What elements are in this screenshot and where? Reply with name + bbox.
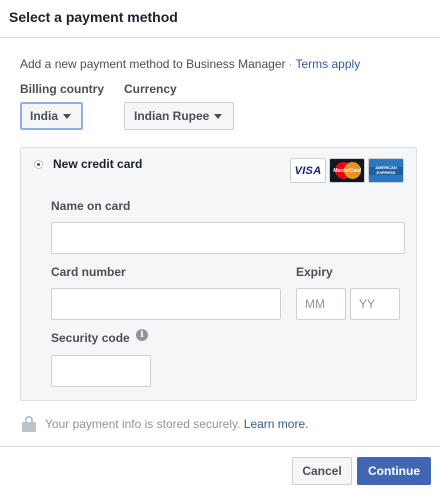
expiry-year-input[interactable]: YY xyxy=(350,288,400,320)
cancel-button[interactable]: Cancel xyxy=(292,457,352,485)
secure-note: Your payment info is stored securely. Le… xyxy=(22,416,308,432)
terms-link[interactable]: Terms apply xyxy=(296,57,361,71)
intro-text: Add a new payment method to Business Man… xyxy=(20,57,286,71)
learn-more-link[interactable]: Learn more. xyxy=(244,417,309,431)
expiry-label: Expiry xyxy=(296,265,333,279)
currency-label: Currency xyxy=(124,82,177,96)
secure-note-text-wrapper: Your payment info is stored securely. Le… xyxy=(45,417,308,431)
currency-value: Indian Rupee xyxy=(134,109,210,123)
chevron-down-icon xyxy=(63,114,72,119)
card-number-label: Card number xyxy=(51,265,126,279)
billing-country-select[interactable]: India xyxy=(20,102,83,130)
dialog-title: Select a payment method xyxy=(9,9,178,25)
card-number-input[interactable] xyxy=(51,288,281,320)
amex-logo: AMERICAN EXPRESS xyxy=(368,158,404,183)
security-code-label: Security code xyxy=(51,331,130,345)
name-on-card-input[interactable] xyxy=(51,222,405,254)
mastercard-logo: MasterCard xyxy=(329,158,365,183)
credit-card-option-label: New credit card xyxy=(53,157,143,171)
currency-select[interactable]: Indian Rupee xyxy=(124,102,234,130)
info-icon[interactable]: i xyxy=(136,329,148,341)
expiry-month-input[interactable]: MM xyxy=(296,288,346,320)
card-logos: VISA MasterCard AMERICAN EXPRESS xyxy=(290,158,404,183)
continue-button[interactable]: Continue xyxy=(357,457,431,485)
intro-line: Add a new payment method to Business Man… xyxy=(20,57,360,71)
radio-selected-dot xyxy=(37,163,40,166)
security-code-input[interactable] xyxy=(51,355,151,387)
credit-card-panel: New credit card VISA MasterCard AMERICAN… xyxy=(20,147,417,401)
billing-country-label: Billing country xyxy=(20,82,104,96)
visa-logo: VISA xyxy=(290,158,326,183)
billing-country-value: India xyxy=(30,109,59,123)
intro-separator: · xyxy=(288,57,293,71)
name-on-card-label: Name on card xyxy=(51,199,131,213)
lock-icon xyxy=(22,416,36,432)
dialog-header: Select a payment method xyxy=(0,0,440,38)
footer-divider xyxy=(0,446,440,447)
secure-note-text: Your payment info is stored securely. xyxy=(45,417,241,431)
credit-card-radio[interactable] xyxy=(34,160,43,169)
chevron-down-icon xyxy=(214,114,223,119)
